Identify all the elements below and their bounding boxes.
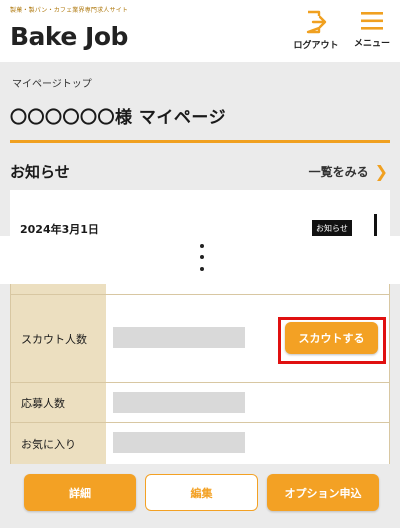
- site-header: 製菓・製パン・カフェ業界専門求人サイト Bake Job ログアウト メニュー: [0, 0, 400, 62]
- scout-button-highlight: [278, 317, 386, 364]
- title-divider: [10, 140, 390, 143]
- detail-button[interactable]: 詳細: [24, 474, 136, 511]
- logout-button[interactable]: ログアウト: [290, 10, 342, 51]
- stat-value-favorites: [113, 432, 245, 453]
- page-title: 〇〇〇〇〇〇様 マイページ: [10, 108, 227, 128]
- logout-icon: [306, 10, 327, 34]
- news-badge: お知らせ: [312, 220, 352, 237]
- stats-table: スカウト人数 応募人数 お気に入り: [10, 284, 390, 464]
- option-apply-button[interactable]: オプション申込: [267, 474, 379, 511]
- omission-separator: [0, 236, 400, 284]
- menu-label: メニュー: [353, 39, 390, 49]
- stats-label-cell: [11, 284, 106, 294]
- see-all-label: 一覧をみる: [308, 165, 369, 179]
- stats-row-top: [11, 284, 389, 295]
- see-all-news-link[interactable]: 一覧をみる ❯: [309, 162, 388, 181]
- stat-label-favorites: お気に入り: [11, 423, 106, 464]
- hamburger-menu-icon: [361, 12, 383, 30]
- stat-value-scout: [113, 327, 245, 348]
- site-logo[interactable]: Bake Job: [10, 22, 128, 51]
- edit-button[interactable]: 編集: [145, 474, 258, 511]
- stats-row-favorites: お気に入り: [11, 423, 389, 464]
- ellipsis-dot: [200, 244, 204, 248]
- menu-button[interactable]: メニュー: [352, 10, 392, 49]
- stat-label-applicants: 応募人数: [11, 383, 106, 422]
- chevron-right-icon: ❯: [374, 162, 388, 181]
- stats-row-applicants: 応募人数: [11, 383, 389, 423]
- site-tagline: 製菓・製パン・カフェ業界専門求人サイト: [10, 7, 129, 14]
- stat-value-applicants: [113, 392, 245, 413]
- logout-label: ログアウト: [293, 41, 339, 51]
- news-heading: お知らせ: [10, 163, 70, 181]
- news-date: 2024年3月1日: [20, 223, 99, 236]
- breadcrumb[interactable]: マイページトップ: [12, 75, 92, 90]
- ellipsis-dot: [200, 267, 204, 271]
- ellipsis-dot: [200, 255, 204, 259]
- stat-label-scout: スカウト人数: [11, 295, 106, 382]
